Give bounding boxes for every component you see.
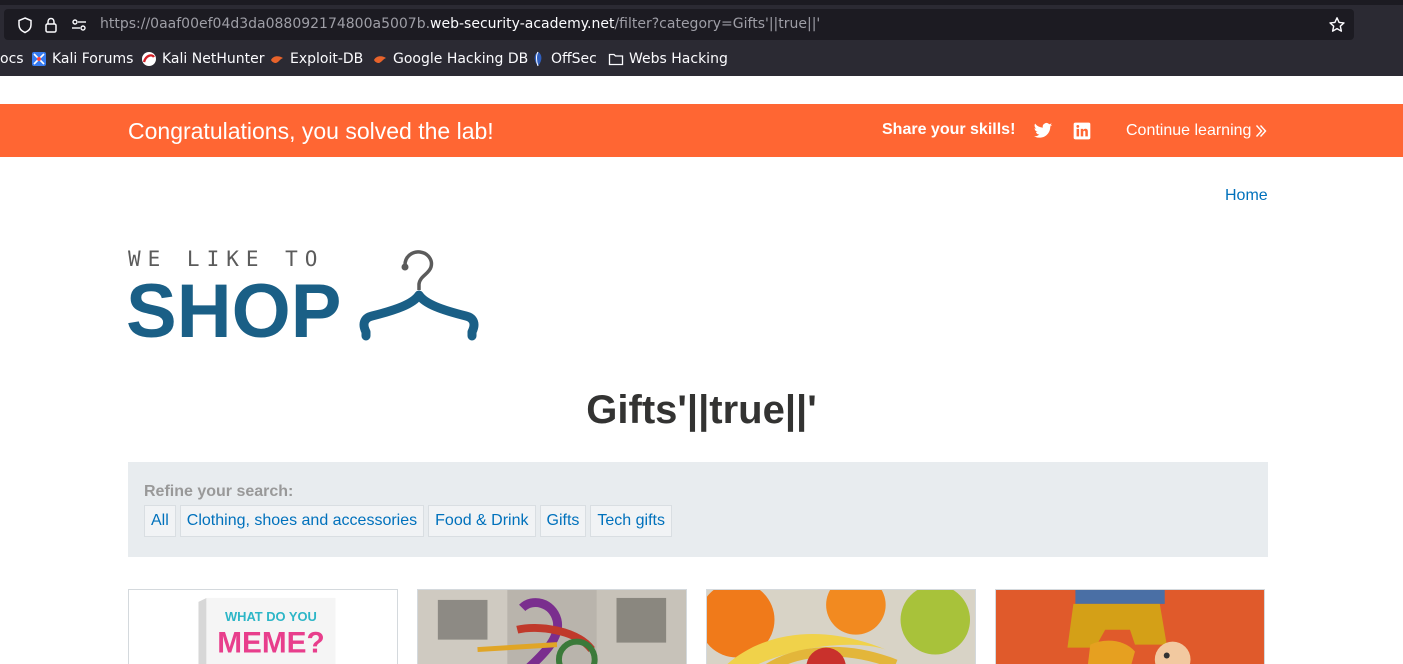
url-path: /filter?category=Gifts'||true||' [614,16,821,32]
exploit-db-icon [271,56,283,63]
bookmark-folder-webs-hacking[interactable]: Webs Hacking [608,51,728,67]
bookmark-label: Google Hacking DB [393,51,529,67]
bookmark-star-icon[interactable] [1328,16,1346,34]
hanger-icon [359,250,479,341]
bookmark-kali-nethunter[interactable]: Kali NetHunter [141,51,264,67]
product-card[interactable] [706,589,976,664]
filter-panel: Refine your search: All Clothing, shoes … [128,462,1268,557]
product-image-fruit [707,590,975,664]
logo-wordmark: SHOP [126,269,341,342]
bookmark-label: Kali Forums [52,51,134,67]
offsec-icon [534,51,542,67]
filter-gifts[interactable]: Gifts [539,505,587,537]
logo-tagline: WE LIKE TO [128,247,324,271]
filter-clothing[interactable]: Clothing, shoes and accessories [179,505,425,537]
kali-forums-icon [32,52,46,66]
twitter-icon[interactable] [1033,121,1053,141]
filter-list: All Clothing, shoes and accessories Food… [144,505,672,537]
url-text[interactable]: https://0aaf00ef04d3da088092174800a5007b… [100,16,820,32]
double-chevron-right-icon [1256,125,1267,137]
bookmark-offsec[interactable]: OffSec [530,51,597,67]
bookmark-label: Webs Hacking [629,51,728,67]
continue-label: Continue learning [1126,122,1252,139]
folder-icon [608,53,624,66]
bookmark-label: ocs [0,51,24,67]
tab-strip-edge [0,0,1403,5]
continue-learning-link[interactable]: Continue learning [1126,122,1267,140]
product-grid: WHAT DO YOU MEME? [128,589,1268,664]
shop-logo[interactable]: WE LIKE TO SHOP [126,246,486,354]
bookmark-exploit-db[interactable]: Exploit-DB [269,51,363,67]
bookmark-label: OffSec [551,51,597,67]
bookmark-kali-forums[interactable]: Kali Forums [31,51,133,67]
bookmark-google-hacking-db[interactable]: Google Hacking DB [372,51,528,67]
share-label: Share your skills! [882,121,1016,138]
url-prefix: https://0aaf00ef04d3da088092174800a5007b… [100,16,431,32]
lock-icon[interactable] [42,16,60,34]
product-card[interactable] [417,589,687,664]
ghdb-icon [374,56,386,63]
filter-all[interactable]: All [144,505,176,537]
product-image-meme-game: WHAT DO YOU MEME? [129,590,397,664]
lab-solved-banner: Congratulations, you solved the lab! Sha… [0,104,1403,157]
page-title: Gifts'||true||' [586,388,817,432]
product-card[interactable]: WHAT DO YOU MEME? [128,589,398,664]
linkedin-icon[interactable] [1072,121,1092,141]
filter-tech-gifts[interactable]: Tech gifts [590,505,672,537]
svg-text:MEME?: MEME? [217,627,324,660]
bookmark-label: Kali NetHunter [162,51,265,67]
address-bar[interactable]: https://0aaf00ef04d3da088092174800a5007b… [4,9,1354,40]
permissions-icon[interactable] [70,16,88,34]
bookmark-docs[interactable]: ocs [0,51,24,67]
bookmarks-toolbar: ocs Kali Forums Kali NetHunter Exploit-D… [0,46,1403,74]
home-link[interactable]: Home [1225,187,1268,205]
product-image-bicycle [418,590,686,664]
shield-icon[interactable] [16,16,34,34]
kali-nethunter-icon [142,52,156,66]
browser-chrome: https://0aaf00ef04d3da088092174800a5007b… [0,0,1403,76]
url-host: web-security-academy.net [430,16,615,32]
filter-food-drink[interactable]: Food & Drink [428,505,536,537]
bookmark-label: Exploit-DB [290,51,364,67]
banner-message: Congratulations, you solved the lab! [128,118,494,144]
refine-label: Refine your search: [144,483,294,500]
svg-text:WHAT DO YOU: WHAT DO YOU [225,609,317,624]
product-image-figurine [996,590,1264,664]
product-card[interactable] [995,589,1265,664]
